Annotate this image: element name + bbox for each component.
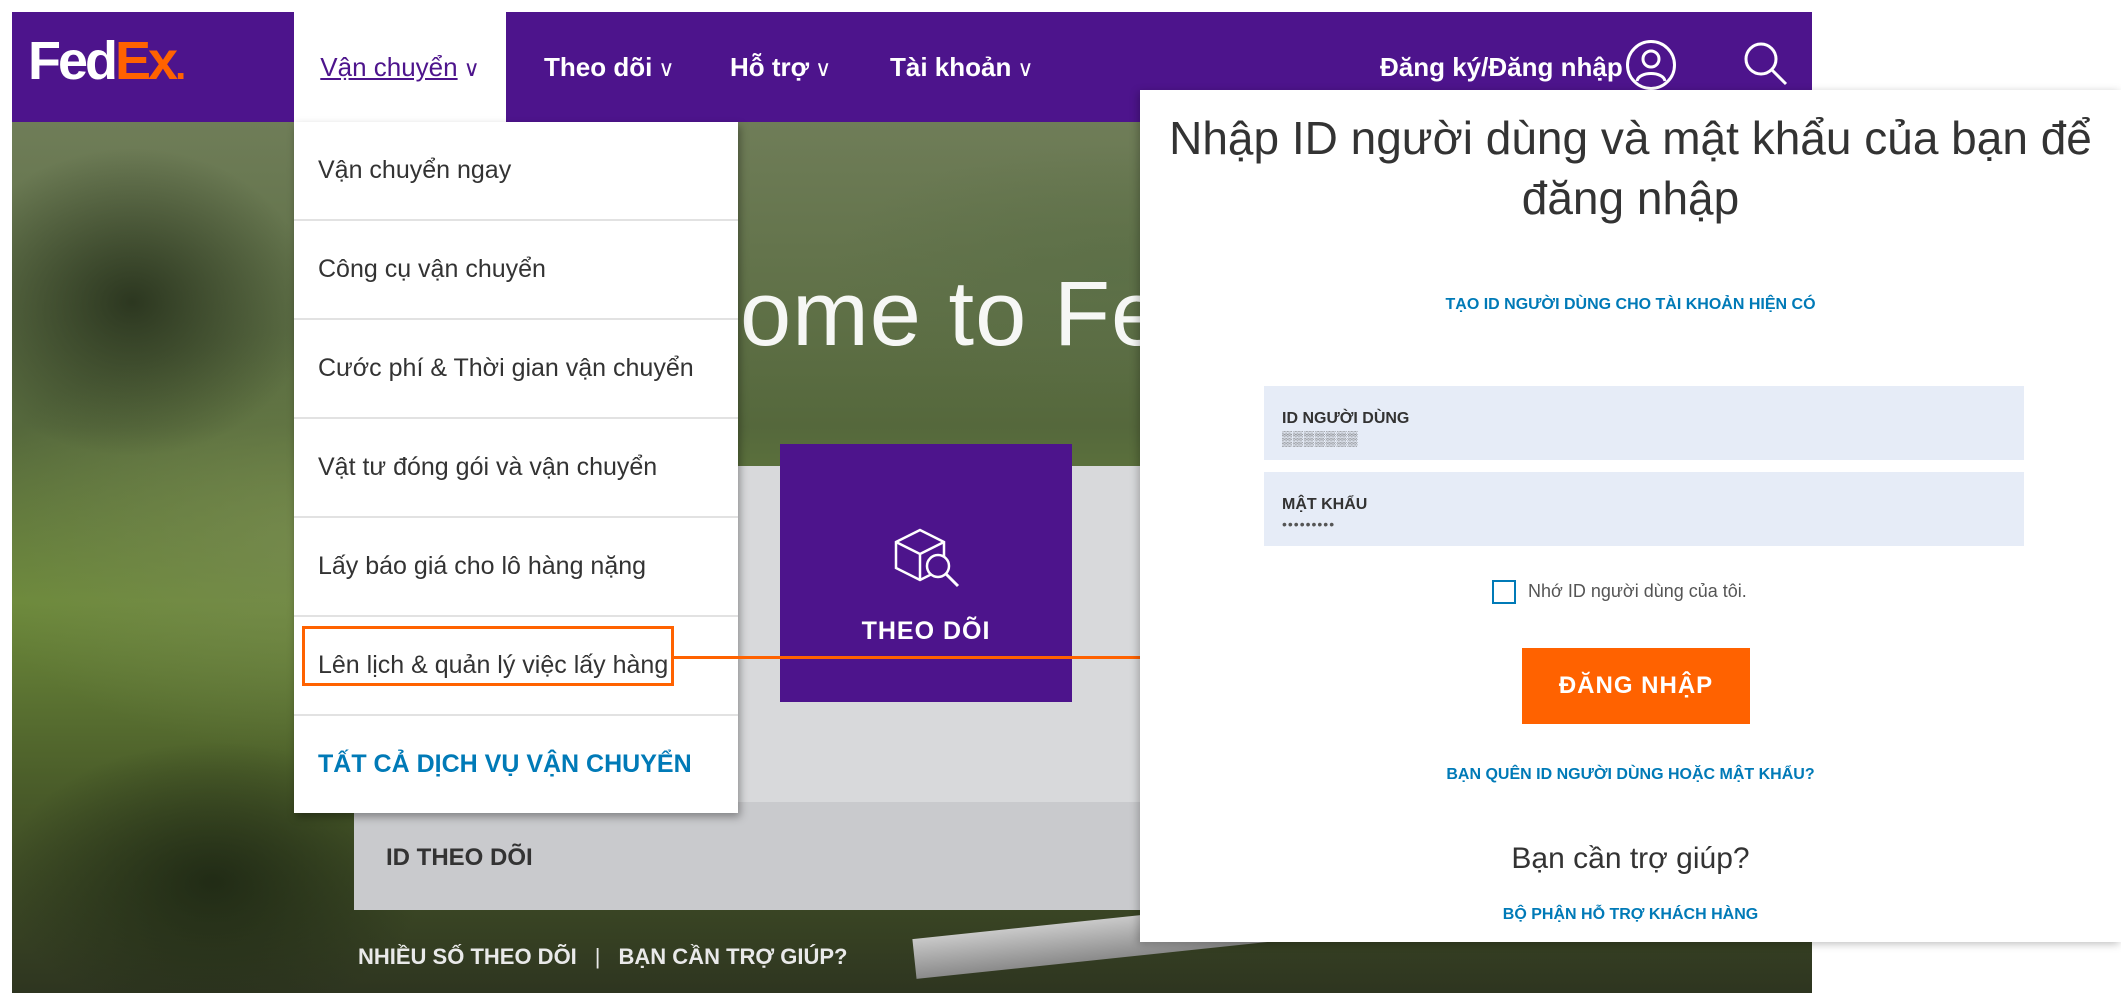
welcome-heading: ome to Fe [740, 263, 1164, 365]
nav-support[interactable]: Hỗ trợ ∨ [730, 12, 831, 122]
search-icon[interactable] [1740, 38, 1790, 88]
nav-shipping[interactable]: Vận chuyển ∨ [294, 12, 506, 122]
menu-item-freight-quote[interactable]: Lấy báo giá cho lô hàng nặng [294, 518, 738, 617]
nav-account-label: Tài khoản [890, 52, 1012, 82]
user-id-field[interactable]: ID NGƯỜI DÙNG ▒▒▒▒▒▒▒ [1264, 386, 2024, 460]
menu-item-all-shipping-services[interactable]: TẤT CẢ DỊCH VỤ VẬN CHUYỂN [294, 716, 738, 813]
remember-checkbox[interactable] [1492, 580, 1516, 604]
login-panel: Nhập ID người dùng và mật khẩu của bạn đ… [1140, 90, 2121, 942]
chevron-down-icon: ∨ [1017, 56, 1034, 81]
nav-tracking[interactable]: Theo dõi ∨ [544, 12, 674, 122]
fedex-logo[interactable]: FedEx. [28, 30, 186, 92]
chevron-down-icon: ∨ [815, 56, 832, 81]
shipping-dropdown-menu: Vận chuyển ngay Công cụ vận chuyển Cước … [294, 122, 738, 813]
chevron-down-icon: ∨ [658, 56, 675, 81]
create-user-id-link[interactable]: TẠO ID NGƯỜI DÙNG CHO TÀI KHOẢN HIỆN CÓ [1140, 296, 2121, 314]
remember-label: Nhớ ID người dùng của tôi. [1528, 580, 1747, 601]
nav-account[interactable]: Tài khoản ∨ [890, 12, 1033, 122]
user-icon[interactable] [1626, 40, 1676, 90]
login-title: Nhập ID người dùng và mật khẩu của bạn đ… [1169, 112, 2092, 224]
nav-shipping-label: Vận chuyển [320, 52, 458, 82]
remember-me[interactable]: Nhớ ID người dùng của tôi. [1492, 580, 1747, 604]
logo-dot: . [175, 44, 186, 88]
package-search-icon [894, 528, 960, 588]
highlight-box [302, 626, 674, 686]
menu-item-packaging-supplies[interactable]: Vật tư đóng gói và vận chuyển [294, 419, 738, 518]
login-button[interactable]: ĐĂNG NHẬP [1522, 648, 1750, 724]
menu-item-shipping-tools[interactable]: Công cụ vận chuyển [294, 221, 738, 320]
help-question: Bạn cần trợ giúp? [1511, 842, 1750, 875]
logo-ex-text: Ex [115, 31, 178, 91]
user-id-label: ID NGƯỜI DÙNG [1282, 410, 1410, 427]
password-field[interactable]: MẬT KHẨU ••••••••• [1264, 472, 2024, 546]
nav-support-label: Hỗ trợ [730, 52, 810, 82]
multiple-tracking-link[interactable]: NHIỀU SỐ THEO DÕI [358, 944, 577, 969]
tracking-id-label: ID THEO DÕI [386, 844, 533, 871]
logo-fed-text: Fed [28, 31, 118, 91]
customer-support-link[interactable]: BỘ PHẬN HỖ TRỢ KHÁCH HÀNG [1140, 906, 2121, 924]
need-help-link[interactable]: BẠN CẦN TRỢ GIÚP? [619, 944, 848, 969]
user-id-value: ▒▒▒▒▒▒▒ [1282, 430, 1359, 446]
nav-tracking-label: Theo dõi [544, 52, 653, 82]
menu-item-ship-now[interactable]: Vận chuyển ngay [294, 122, 738, 221]
tracking-links: NHIỀU SỐ THEO DÕI | BẠN CẦN TRỢ GIÚP? [358, 944, 848, 970]
link-separator: | [594, 944, 601, 969]
track-tab[interactable]: THEO DÕI [780, 444, 1072, 702]
password-label: MẬT KHẨU [1282, 496, 1368, 513]
chevron-down-icon: ∨ [463, 56, 480, 81]
menu-item-rates-transit[interactable]: Cước phí & Thời gian vận chuyển [294, 320, 738, 419]
track-tab-label: THEO DÕI [861, 617, 991, 645]
password-value: ••••••••• [1282, 516, 1336, 532]
forgot-credentials-link[interactable]: BẠN QUÊN ID NGƯỜI DÙNG HOẶC MẬT KHẨU? [1140, 766, 2121, 784]
callout-connector-line [674, 656, 1140, 659]
